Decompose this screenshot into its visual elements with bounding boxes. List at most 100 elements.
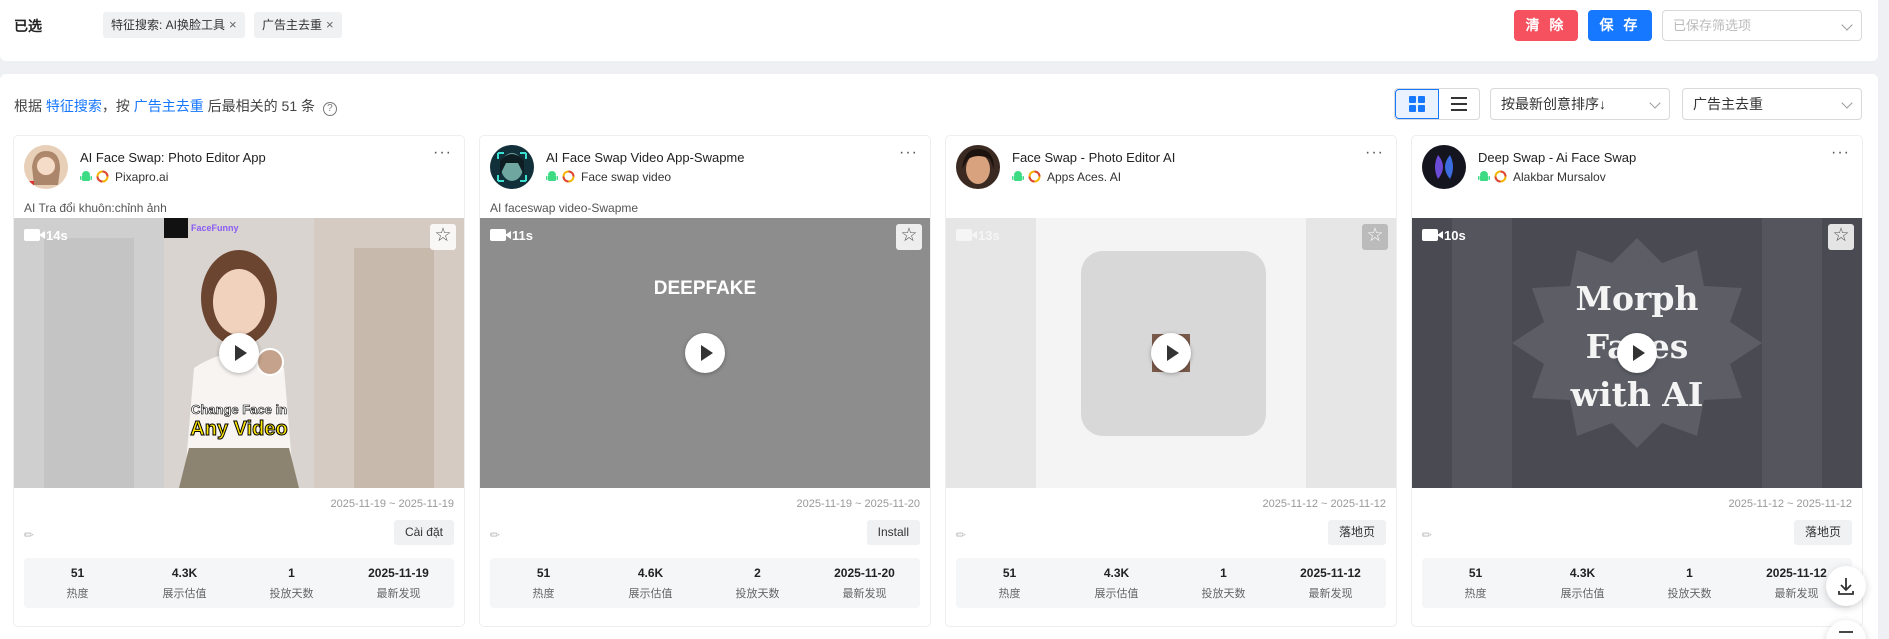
- play-button[interactable]: [219, 333, 259, 373]
- stat-value: 4.3K: [1569, 566, 1596, 580]
- download-icon: [1838, 578, 1854, 595]
- advertiser-name[interactable]: Pixapro.ai: [115, 170, 168, 184]
- grid-icon: [1418, 105, 1425, 112]
- cta-button[interactable]: Install: [866, 520, 920, 545]
- sort-select[interactable]: 按最新创意排序↓: [1490, 88, 1670, 120]
- ad-media[interactable]: DEEPFAKE 11s ☆: [480, 218, 930, 488]
- app-name[interactable]: AI Face Swap Video App-Swapme: [546, 150, 745, 165]
- stat-value: 1: [1220, 566, 1227, 580]
- stat-label: 热度: [532, 588, 555, 600]
- android-icon: [80, 171, 92, 181]
- favorite-star-icon[interactable]: ☆: [430, 224, 456, 250]
- favorite-star-icon[interactable]: ☆: [1828, 224, 1854, 250]
- list-view-button[interactable]: [1439, 89, 1479, 119]
- results-summary: 根据 特征搜索，按 广告主去重 后最相关的 51 条 ?: [14, 96, 337, 116]
- video-camera-icon: [956, 229, 977, 241]
- filter-chip-label: 广告主去重: [262, 18, 323, 32]
- stat-heat: 51 热度: [490, 566, 597, 601]
- stat-days: 1 投放天数: [238, 566, 345, 601]
- cta-button[interactable]: 落地页: [1327, 520, 1386, 545]
- app-avatar: [956, 145, 1000, 189]
- media-caption: Change Face in: [191, 402, 287, 417]
- app-avatar: [24, 145, 68, 189]
- more-options-icon[interactable]: ···: [1365, 144, 1384, 162]
- summary-dedupe-link[interactable]: 广告主去重: [134, 98, 204, 114]
- stat-label: 最新发现: [842, 588, 887, 600]
- video-duration: 13s: [956, 228, 1000, 243]
- advertiser-name[interactable]: Alakbar Mursalov: [1513, 170, 1606, 184]
- help-icon[interactable]: ?: [322, 102, 337, 116]
- stat-label: 投放天数: [1667, 588, 1712, 600]
- ad-media[interactable]: Morph Faces with AI 10s ☆: [1412, 218, 1862, 488]
- google-ads-icon: [96, 170, 109, 183]
- stat-value: 4.3K: [171, 566, 198, 580]
- stat-label: 热度: [1464, 588, 1487, 600]
- stat-days: 1 投放天数: [1636, 566, 1743, 601]
- cta-button[interactable]: Cài đặt: [393, 520, 454, 545]
- pencil-icon[interactable]: ✎: [21, 526, 38, 543]
- clear-button[interactable]: 清 除: [1514, 10, 1578, 41]
- filter-chip-advertiser-dedupe[interactable]: 广告主去重 ×: [254, 12, 342, 38]
- download-button[interactable]: [1826, 566, 1866, 606]
- stats-panel: 51 热度 4.3K 展示估值 1 投放天数 2025-11-19 最新发现: [24, 558, 454, 608]
- video-camera-icon: [1422, 229, 1443, 241]
- stat-label: 展示估值: [1094, 588, 1139, 600]
- collapse-button[interactable]: [1826, 620, 1866, 639]
- ad-card[interactable]: Deep Swap - Ai Face Swap Alakbar Mursalo…: [1412, 136, 1862, 626]
- stat-days: 2 投放天数: [704, 566, 811, 601]
- ad-card[interactable]: AI Face Swap Video App-Swapme Face swap …: [480, 136, 930, 626]
- app-name[interactable]: AI Face Swap: Photo Editor App: [80, 150, 266, 165]
- save-button[interactable]: 保 存: [1588, 10, 1652, 41]
- grid-icon: [1409, 96, 1416, 103]
- stat-value: 2025-11-12: [1300, 566, 1361, 580]
- chevron-down-icon: [1841, 97, 1853, 109]
- summary-suffix: 后最相关的 51 条: [207, 98, 316, 114]
- video-camera-icon: [490, 229, 511, 241]
- ad-media[interactable]: 13s ☆: [946, 218, 1396, 488]
- app-name[interactable]: Face Swap - Photo Editor AI: [1012, 150, 1175, 165]
- stats-panel: 51 热度 4.3K 展示估值 1 投放天数 2025-11-12 最新发现: [1422, 558, 1852, 608]
- stat-value: 2: [754, 566, 761, 580]
- platform-row: Apps Aces. AI: [1012, 170, 1121, 184]
- favorite-star-icon[interactable]: ☆: [896, 224, 922, 250]
- ad-card[interactable]: AI Face Swap: Photo Editor App Pixapro.a…: [14, 136, 464, 626]
- more-options-icon[interactable]: ···: [1831, 144, 1850, 162]
- google-ads-icon: [562, 170, 575, 183]
- play-button[interactable]: [1617, 333, 1657, 373]
- stat-label: 展示估值: [162, 588, 207, 600]
- video-duration: 10s: [1422, 228, 1466, 243]
- pencil-icon[interactable]: ✎: [953, 526, 970, 543]
- advertiser-name[interactable]: Face swap video: [581, 170, 671, 184]
- google-ads-icon: [1028, 170, 1041, 183]
- close-icon[interactable]: ×: [229, 17, 237, 32]
- list-icon: [1451, 103, 1467, 105]
- summary-search-link[interactable]: 特征搜索: [46, 98, 102, 114]
- pencil-icon[interactable]: ✎: [1419, 526, 1436, 543]
- stat-value: 1: [1686, 566, 1693, 580]
- stat-impressions: 4.3K 展示估值: [1529, 566, 1636, 601]
- date-range: 2025-11-12 ~ 2025-11-12: [1262, 498, 1386, 510]
- favorite-star-icon[interactable]: ☆: [1362, 224, 1388, 250]
- play-button[interactable]: [685, 333, 725, 373]
- dedupe-select[interactable]: 广告主去重: [1682, 88, 1862, 120]
- advertiser-name[interactable]: Apps Aces. AI: [1047, 170, 1121, 184]
- video-duration: 14s: [24, 228, 68, 243]
- ad-media[interactable]: Change Face in Any Video FaceFunny 14s ☆: [14, 218, 464, 488]
- saved-filters-select[interactable]: 已保存筛选项: [1662, 10, 1862, 41]
- play-button[interactable]: [1151, 333, 1191, 373]
- more-options-icon[interactable]: ···: [899, 144, 918, 162]
- app-name[interactable]: Deep Swap - Ai Face Swap: [1478, 150, 1636, 165]
- close-icon[interactable]: ×: [326, 17, 334, 32]
- duration-value: 11s: [512, 228, 533, 243]
- stat-label: 投放天数: [269, 588, 314, 600]
- ad-card[interactable]: Face Swap - Photo Editor AI Apps Aces. A…: [946, 136, 1396, 626]
- saved-filters-placeholder: 已保存筛选项: [1673, 18, 1752, 33]
- grid-view-button[interactable]: [1395, 89, 1439, 119]
- stat-value: 1: [288, 566, 295, 580]
- pencil-icon[interactable]: ✎: [487, 526, 504, 543]
- filter-chip-feature-search[interactable]: 特征搜索: AI换脸工具 ×: [103, 12, 245, 38]
- cta-button[interactable]: 落地页: [1793, 520, 1852, 545]
- more-options-icon[interactable]: ···: [433, 144, 452, 162]
- platform-row: Face swap video: [546, 170, 671, 184]
- app-avatar: [1422, 145, 1466, 189]
